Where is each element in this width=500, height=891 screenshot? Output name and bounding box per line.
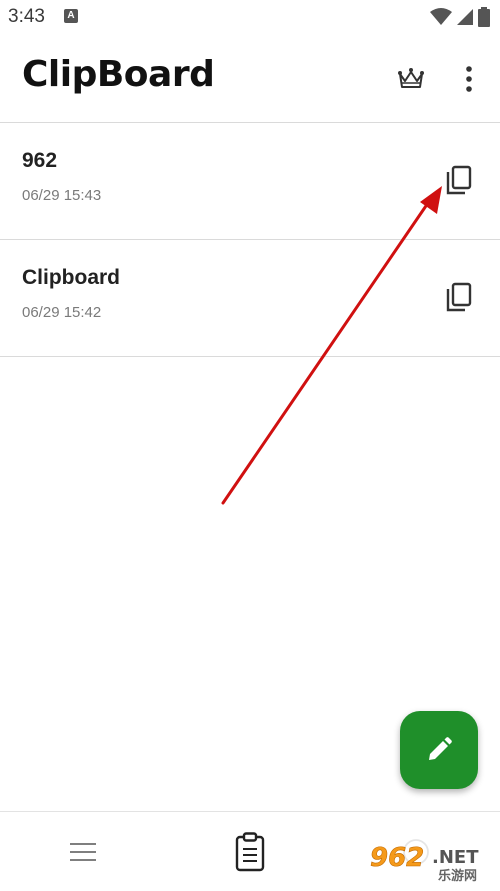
status-icons	[430, 7, 490, 27]
notification-icon: A	[64, 9, 78, 23]
watermark-domain: .NET	[432, 847, 479, 868]
more-options-button[interactable]	[456, 64, 482, 94]
clip-item[interactable]: Clipboard 06/29 15:42	[0, 240, 500, 356]
copy-button[interactable]	[444, 281, 474, 313]
clip-item[interactable]: 962 06/29 15:43	[0, 123, 500, 239]
pencil-icon	[429, 737, 452, 760]
nav-menu-button[interactable]	[66, 839, 100, 865]
copy-icon	[446, 282, 472, 312]
app-bar: ClipBoard	[0, 34, 500, 122]
clip-text: 962	[22, 149, 58, 172]
menu-icon	[70, 843, 96, 861]
clip-timestamp: 06/29 15:43	[22, 187, 102, 204]
wifi-icon	[430, 8, 452, 25]
clip-timestamp: 06/29 15:42	[22, 304, 102, 321]
copy-icon	[446, 165, 472, 195]
copy-button[interactable]	[444, 164, 474, 196]
clip-text: Clipboard	[22, 266, 120, 289]
status-time: 3:43	[8, 6, 45, 27]
nav-clipboard-button[interactable]	[232, 832, 268, 872]
more-vert-icon	[466, 66, 472, 92]
watermark-number: 962	[370, 843, 424, 873]
signal-icon	[457, 9, 473, 25]
watermark-site-name: 乐游网	[438, 868, 477, 884]
battery-icon	[478, 7, 490, 27]
divider	[0, 356, 500, 357]
app-title: ClipBoard	[22, 54, 215, 95]
premium-button[interactable]	[396, 64, 426, 94]
status-bar: 3:43 A	[0, 0, 500, 34]
clipboard-icon	[235, 832, 265, 872]
watermark-logo: 962 .NET 乐游网	[362, 836, 496, 886]
new-clip-button[interactable]	[400, 711, 478, 789]
crown-icon	[398, 68, 424, 88]
